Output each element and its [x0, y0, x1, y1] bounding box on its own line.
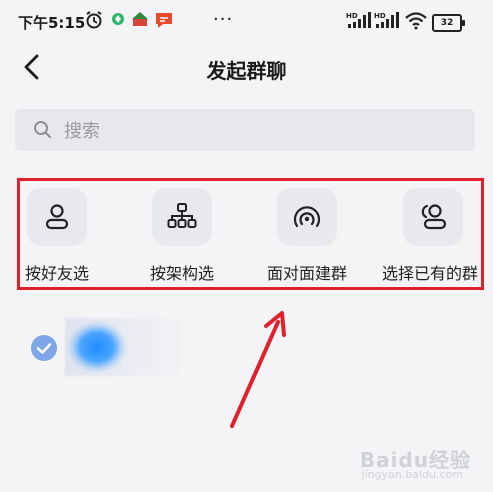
- search-input[interactable]: [62, 109, 446, 153]
- action-label: 按好友选: [24, 264, 89, 283]
- search-bar[interactable]: [15, 109, 475, 153]
- signal-icon: HD: [346, 12, 371, 28]
- alarm-icon: [86, 11, 102, 29]
- checkmark-icon: [36, 343, 52, 354]
- status-bar: 下午5:15 ··· HD HD 32: [0, 0, 493, 44]
- group-icon: [421, 204, 447, 230]
- search-icon: [34, 121, 51, 138]
- blurred-contact[interactable]: [65, 318, 185, 376]
- action-icon-box: [152, 188, 212, 246]
- status-time: 下午5:15: [18, 14, 86, 32]
- person-icon: [45, 204, 69, 230]
- face-to-face-icon: [293, 206, 321, 228]
- select-existing-group-button[interactable]: 选择已有的群: [373, 188, 493, 288]
- action-icon-box: [277, 188, 337, 246]
- wifi-icon: [405, 12, 427, 30]
- action-icon-box: [403, 188, 463, 246]
- select-by-org-button[interactable]: 按架构选: [122, 188, 242, 288]
- more-notifications-icon: ···: [213, 9, 234, 30]
- select-by-friends-button[interactable]: 按好友选: [0, 188, 117, 288]
- action-label: 面对面建群: [266, 264, 347, 283]
- annotation-arrow: [230, 311, 286, 428]
- app-notification-icon: [112, 13, 124, 25]
- app-notification-icon: [132, 12, 148, 26]
- signal-icon: HD: [374, 12, 399, 28]
- contact-checkbox[interactable]: [31, 335, 57, 361]
- action-icon-box: [27, 188, 87, 246]
- network-type-label: HD: [346, 12, 358, 20]
- org-chart-icon: [167, 203, 197, 228]
- app-notification-icon: [156, 13, 172, 28]
- action-label: 按架构选: [149, 264, 214, 283]
- network-type-label: HD: [374, 12, 386, 20]
- battery-icon: 32: [432, 14, 465, 32]
- face-to-face-group-button[interactable]: 面对面建群: [247, 188, 367, 288]
- action-label: 选择已有的群: [382, 264, 479, 283]
- watermark-url: jingyan.baidu.com: [361, 468, 463, 481]
- page-title: 发起群聊: [206, 59, 287, 83]
